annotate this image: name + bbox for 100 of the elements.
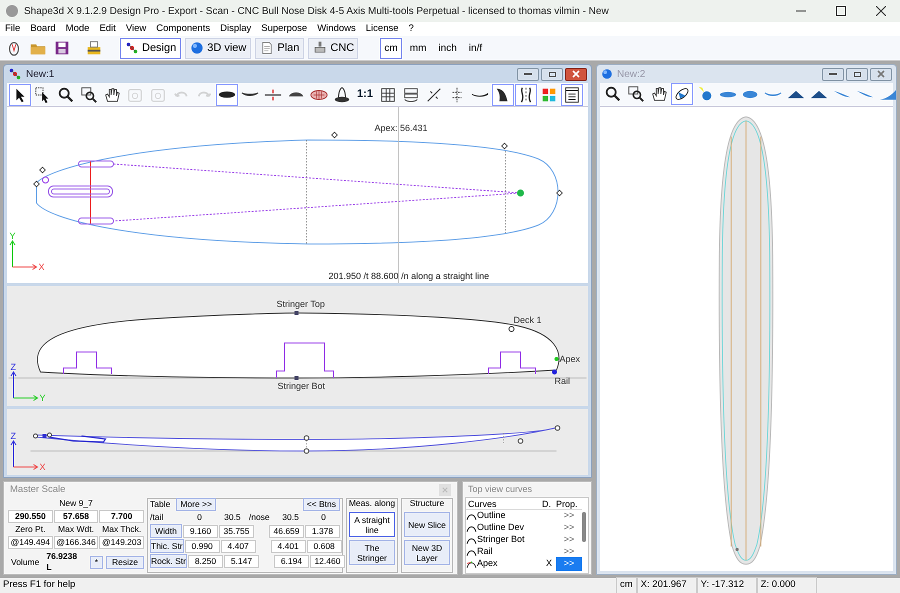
- tool-button[interactable]: [492, 84, 514, 106]
- properties-link[interactable]: >>: [556, 509, 582, 523]
- status-y: Y: -17.312: [696, 577, 757, 593]
- panel-button[interactable]: The Stringer: [349, 540, 395, 565]
- star-button[interactable]: *: [90, 556, 104, 568]
- curve-row[interactable]: Apex X >>: [466, 558, 582, 570]
- window-title: New:1: [26, 68, 54, 82]
- value-cell: 4.407: [220, 540, 256, 552]
- menu-item[interactable]: Windows: [312, 22, 361, 36]
- value-cell: 290.550: [8, 510, 53, 523]
- lens-shape-icon: [719, 90, 737, 98]
- panel-title: Master Scale: [10, 484, 66, 495]
- scrollbar[interactable]: [582, 512, 586, 542]
- tool-button[interactable]: [561, 84, 583, 106]
- blade-shape-icon: [833, 90, 851, 98]
- value-cell: 46.659: [269, 524, 304, 538]
- tool-button[interactable]: [671, 83, 693, 106]
- cnc-machine-icon: [313, 41, 328, 55]
- save-icon: [53, 39, 71, 57]
- panel-button[interactable]: A straight line: [349, 512, 395, 537]
- properties-link[interactable]: >>: [556, 545, 582, 559]
- board-section-icon: [288, 91, 304, 98]
- curve-label: Rail: [554, 376, 570, 386]
- value-cell: @166.346: [54, 536, 98, 549]
- curve-row[interactable]: Outline Dev >>: [466, 522, 582, 534]
- axis-label: Z: [10, 431, 16, 441]
- measure-label: 201.950 /t 88.600 /n along a straight line: [328, 271, 490, 281]
- window-title: New:2: [617, 68, 646, 82]
- close-button[interactable]: [565, 68, 587, 80]
- curve-row[interactable]: Outline >>: [466, 510, 582, 522]
- value-cell: 0.608: [306, 540, 342, 552]
- restore-button[interactable]: [846, 68, 868, 80]
- value-cell: 8.250: [188, 554, 223, 568]
- structure-button[interactable]: New 3D Layer: [404, 540, 450, 565]
- unit-button[interactable]: in/f: [464, 38, 486, 58]
- menu-item[interactable]: Edit: [94, 22, 121, 36]
- menu-item[interactable]: Display: [215, 22, 256, 36]
- restore-button[interactable]: [541, 68, 563, 80]
- tool-button[interactable]: [9, 84, 31, 106]
- row-label-button[interactable]: Rock. Str: [150, 554, 187, 568]
- blade-shape-icon: [856, 90, 874, 98]
- mode-button[interactable]: 3D view: [185, 38, 252, 58]
- mode-button[interactable]: Plan: [255, 38, 304, 58]
- board-nose-icon: [333, 86, 351, 104]
- row-label-button[interactable]: Width: [150, 524, 182, 538]
- node-dots-icon: [125, 41, 139, 55]
- volume-value: 76.9238 L: [46, 551, 78, 573]
- curve-row[interactable]: Rail >>: [466, 546, 582, 558]
- value-cell: @149.494: [8, 536, 53, 549]
- table-header: /nose: [248, 512, 271, 523]
- menu-item[interactable]: View: [120, 22, 152, 36]
- status-z: Z: 0.000: [756, 577, 817, 593]
- tool-button[interactable]: [515, 84, 537, 106]
- curve-label: Stringer Top: [276, 299, 325, 309]
- unit-button[interactable]: cm: [380, 38, 402, 58]
- zoom-icon: [604, 85, 622, 104]
- oval-shape-icon: [742, 90, 759, 99]
- unit-button[interactable]: inch: [434, 38, 461, 58]
- apex-label: Apex: 56.431: [374, 123, 428, 133]
- axes-drawing: [10, 440, 38, 470]
- menu-item[interactable]: Board: [25, 22, 61, 36]
- tool-button[interactable]: [216, 84, 238, 106]
- mode-button[interactable]: CNC: [308, 38, 358, 58]
- properties-link[interactable]: >>: [556, 533, 582, 547]
- menu-item[interactable]: Components: [151, 22, 216, 36]
- tool-button[interactable]: 1:1: [354, 84, 376, 106]
- diagonal-icon: [425, 86, 443, 104]
- maximize-icon[interactable]: [836, 6, 846, 16]
- menu-item[interactable]: ?: [404, 22, 419, 36]
- value-cell: 4.401: [270, 540, 306, 552]
- unit-button[interactable]: mm: [406, 38, 430, 58]
- board-top-icon: [218, 90, 236, 98]
- properties-link[interactable]: >>: [556, 557, 582, 571]
- more-button[interactable]: More >>: [176, 498, 216, 511]
- menu-item[interactable]: File: [0, 22, 26, 36]
- value-cell: 7.700: [99, 510, 144, 523]
- table-header: /tail: [150, 512, 164, 523]
- minimize-button[interactable]: [822, 68, 844, 80]
- menu-item[interactable]: License: [360, 22, 404, 36]
- close-icon[interactable]: [876, 6, 886, 16]
- structure-button[interactable]: New Slice: [404, 512, 450, 537]
- menu-item[interactable]: Mode: [60, 22, 94, 36]
- resize-button[interactable]: Resize: [106, 556, 144, 568]
- color-squares-icon: [540, 86, 558, 104]
- list-window-icon: [563, 86, 581, 104]
- curve-name: Stringer Bot: [477, 533, 525, 546]
- row-label-button[interactable]: Thic. Str: [150, 539, 184, 553]
- properties-link[interactable]: >>: [556, 521, 582, 535]
- curve-name: Rail: [477, 545, 493, 558]
- minimize-button[interactable]: [517, 68, 539, 80]
- mode-button[interactable]: Design: [120, 38, 182, 58]
- status-x: X: 201.967: [636, 577, 697, 593]
- window-title: Shape3d X 9.1.2.9 Design Pro - Export - Scan - CNC Bull Nose Disk 4-5 Axis Multi-tools Perpetual - licensed to thomas vilmin - New: [24, 4, 609, 18]
- group-legend: Table: [150, 499, 170, 510]
- grid-icon: [379, 86, 397, 104]
- peak-shape-icon: [787, 90, 805, 99]
- menu-item[interactable]: Superpose: [256, 22, 312, 36]
- curve-row[interactable]: Stringer Bot >>: [466, 534, 582, 546]
- axis-label: X: [40, 462, 46, 472]
- buttons-toggle-button[interactable]: << Btns: [302, 498, 340, 511]
